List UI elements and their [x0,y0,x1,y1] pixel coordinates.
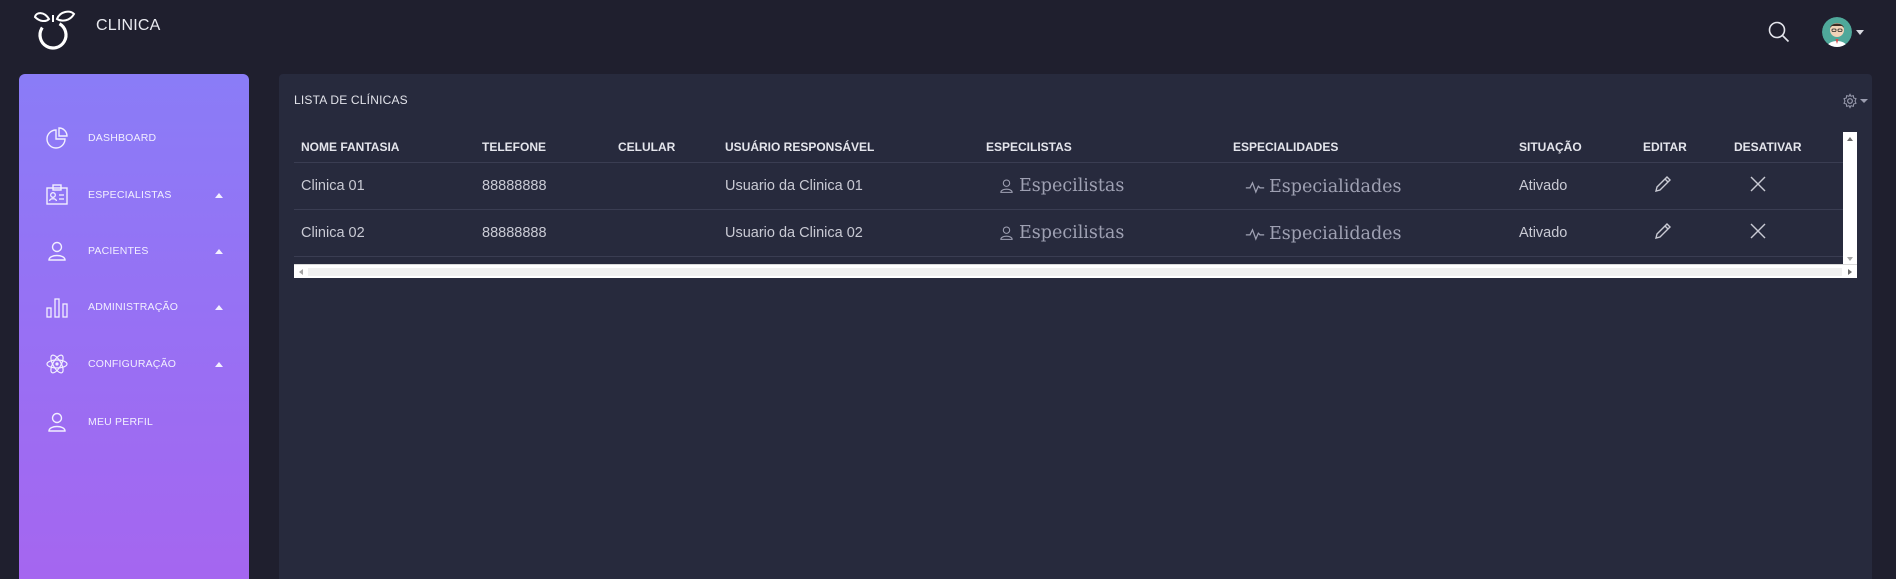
vertical-scrollbar[interactable] [1843,132,1857,266]
cell-editar [1636,209,1727,257]
close-icon[interactable] [1748,221,1768,241]
panel-settings-button[interactable] [1842,92,1868,110]
column-header[interactable]: ESPECIALIDADES [1226,132,1512,163]
sidebar-item-dashboard[interactable]: DASHBOARD [19,118,249,158]
especialistas-link-label: Especilistas [1019,223,1125,243]
user-icon [48,241,66,261]
chevron-up-icon [215,361,223,367]
cell-situacao: Ativado [1512,209,1636,257]
especialidades-link-label: Especialidades [1269,176,1402,197]
column-header[interactable]: SITUAÇÃO [1512,132,1636,163]
scroll-down-arrow-icon[interactable] [1843,254,1857,264]
top-bar: CLINICA [0,0,1896,62]
cell-celular [611,162,718,210]
table-row: Clinica 02 88888888 Usuario da Clinica 0… [294,209,1857,257]
close-icon[interactable] [1748,174,1768,194]
column-header[interactable]: ESPECILISTAS [979,132,1226,163]
chevron-down-icon [1856,29,1864,35]
cell-celular [611,209,718,257]
atom-icon [46,354,68,374]
cell-desativar [1727,162,1857,210]
sidebar-item-administracao[interactable]: ADMINISTRAÇÃO [19,287,249,327]
clinics-panel: LISTA DE CLÍNICAS NOME FANTASIA TELEFONE… [279,74,1872,579]
sidebar-item-especialistas[interactable]: ESPECIALISTAS [19,175,249,215]
cell-especialidades: Especialidades [1226,209,1512,257]
avatar [1822,17,1852,47]
especialidades-link[interactable]: Especialidades [1233,173,1402,197]
cell-nome-fantasia: Clinica 01 [294,162,475,210]
chevron-up-icon [215,304,223,310]
scroll-left-arrow-icon[interactable] [296,266,306,278]
gear-icon [1843,93,1857,109]
scroll-up-arrow-icon[interactable] [1843,134,1857,144]
especialidades-link[interactable]: Especialidades [1233,220,1402,244]
especialistas-link[interactable]: Especilistas [986,172,1124,196]
user-icon [48,412,66,432]
column-header[interactable]: USUÁRIO RESPONSÁVEL [718,132,979,163]
chevron-down-icon [1860,99,1868,103]
bar-chart-icon [46,298,68,318]
id-card-icon [46,184,68,205]
chevron-up-icon [215,192,223,198]
clinics-table: NOME FANTASIA TELEFONE CELULAR USUÁRIO R… [294,132,1857,284]
especialidades-link-label: Especialidades [1269,223,1402,244]
column-header[interactable]: NOME FANTASIA [294,132,475,163]
sidebar-item-pacientes[interactable]: PACIENTES [19,231,249,271]
user-icon [1000,226,1013,240]
especialistas-link-label: Especilistas [1019,176,1125,196]
logo-icon [33,10,76,50]
user-icon [1000,179,1013,193]
column-header: DESATIVAR [1727,132,1857,163]
app-brand: CLINICA [96,17,161,34]
column-header: EDITAR [1636,132,1727,163]
table-row: Clinica 01 88888888 Usuario da Clinica 0… [294,162,1857,210]
scroll-right-arrow-icon[interactable] [1845,266,1855,278]
sidebar-item-label: PACIENTES [88,245,149,257]
sidebar: DASHBOARD ESPECIALISTAS PACIENTES ADMINI… [19,74,249,579]
horizontal-scrollbar[interactable] [294,264,1857,278]
cell-especialistas: Especilistas [979,162,1226,210]
cell-situacao: Ativado [1512,162,1636,210]
cell-especialistas: Especilistas [979,209,1226,257]
cell-usuario: Usuario da Clinica 01 [718,162,979,210]
cell-usuario: Usuario da Clinica 02 [718,209,979,257]
sidebar-item-label: MEU PERFIL [88,416,154,428]
pulse-icon [1245,180,1265,194]
pencil-icon[interactable] [1653,174,1673,194]
table-header-row: NOME FANTASIA TELEFONE CELULAR USUÁRIO R… [294,132,1857,163]
column-header[interactable]: CELULAR [611,132,718,163]
sidebar-item-configuracao[interactable]: CONFIGURAÇÃO [19,344,249,384]
sidebar-item-meu-perfil[interactable]: MEU PERFIL [19,402,249,442]
cell-telefone: 88888888 [475,209,611,257]
cell-nome-fantasia: Clinica 02 [294,209,475,257]
horizontal-scroll-thumb[interactable] [308,268,1842,276]
cell-desativar [1727,209,1857,257]
pencil-icon[interactable] [1653,221,1673,241]
column-header[interactable]: TELEFONE [475,132,611,163]
sidebar-item-label: CONFIGURAÇÃO [88,358,177,370]
user-menu[interactable] [1822,17,1864,47]
search-icon[interactable] [1767,20,1791,44]
pulse-icon [1245,227,1265,241]
sidebar-item-label: ADMINISTRAÇÃO [88,301,179,313]
pie-chart-icon [46,127,68,149]
cell-especialidades: Especialidades [1226,162,1512,210]
cell-telefone: 88888888 [475,162,611,210]
sidebar-item-label: DASHBOARD [88,132,157,144]
especialistas-link[interactable]: Especilistas [986,219,1124,243]
panel-title: LISTA DE CLÍNICAS [294,93,408,107]
chevron-up-icon [215,248,223,254]
sidebar-item-label: ESPECIALISTAS [88,189,172,201]
cell-editar [1636,162,1727,210]
